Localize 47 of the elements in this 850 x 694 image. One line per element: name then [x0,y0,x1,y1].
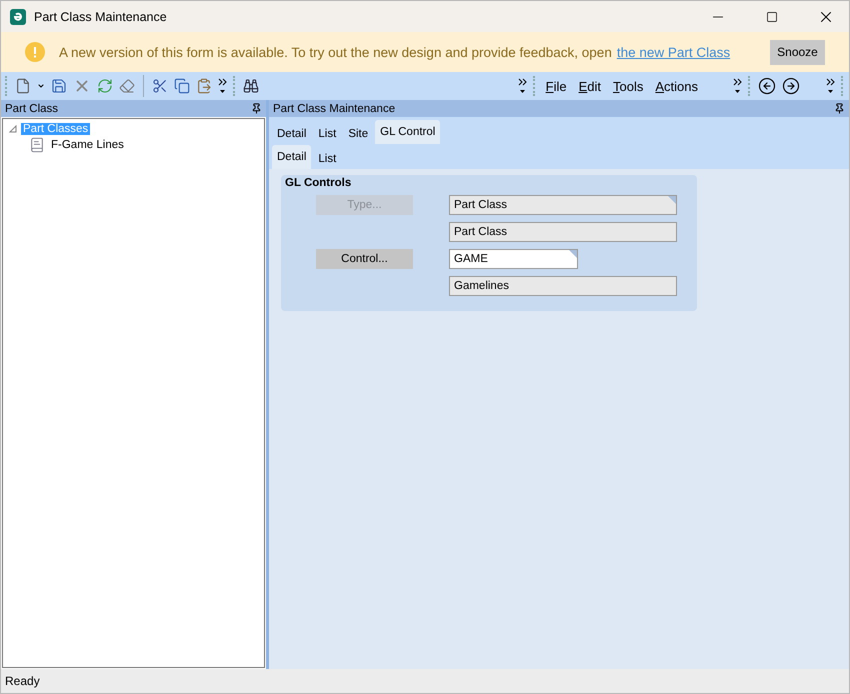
eraser-icon[interactable] [119,78,135,94]
group-title: GL Controls [285,177,352,189]
overflow-icon[interactable] [518,77,527,95]
maximize-icon[interactable] [766,10,778,22]
tab[interactable]: List [313,149,342,169]
input-field[interactable]: GAME [449,249,578,269]
banner-message: A new version of this form is available. To try out the new design and provide feedback, open the new Part Class [59,44,732,60]
menu-item[interactable]: Tools [610,78,646,94]
collapse-icon[interactable] [9,125,17,133]
pane-title: Part Class [5,102,58,114]
tree-item[interactable]: F-Game Lines [49,139,126,151]
refresh-icon[interactable] [97,78,113,94]
pin-icon[interactable] [251,103,262,114]
paste-icon[interactable] [196,78,212,94]
input-field[interactable]: Gamelines [449,276,677,296]
back-icon[interactable] [758,77,776,95]
pane-title: Part Class Maintenance [273,102,396,114]
overflow-icon[interactable] [218,77,227,95]
overflow-icon[interactable] [826,77,835,95]
window-title: Part Class Maintenance [34,10,168,24]
tab[interactable]: Site [343,124,374,144]
tab[interactable]: List [313,124,342,144]
status-text: Ready [5,674,40,688]
tab[interactable]: GL Control [375,120,440,144]
dropdown-icon[interactable] [37,82,45,90]
pin-icon[interactable] [834,103,845,114]
overflow-icon[interactable] [733,77,742,95]
forward-icon[interactable] [782,77,800,95]
input-field[interactable]: Part Class [449,222,677,242]
menu-item[interactable]: Actions [652,78,701,94]
warning-icon [25,42,45,62]
lookup-button[interactable]: Control... [316,249,413,269]
snooze-button[interactable]: Snooze [770,40,825,64]
tab[interactable]: Detail [272,145,312,169]
new-icon[interactable] [15,78,31,94]
book-icon [29,137,45,153]
tab[interactable]: Detail [272,124,312,144]
cut-icon[interactable] [152,78,168,94]
save-icon[interactable] [51,78,67,94]
menu-item[interactable]: File [542,78,570,94]
app-logo-icon [10,8,26,24]
menu-item[interactable]: Edit [576,78,604,94]
corner-marker-icon [668,196,676,204]
search-icon[interactable] [243,78,259,94]
copy-icon[interactable] [174,78,190,94]
input-field[interactable]: Part Class [449,195,677,215]
corner-marker-icon [569,250,577,258]
